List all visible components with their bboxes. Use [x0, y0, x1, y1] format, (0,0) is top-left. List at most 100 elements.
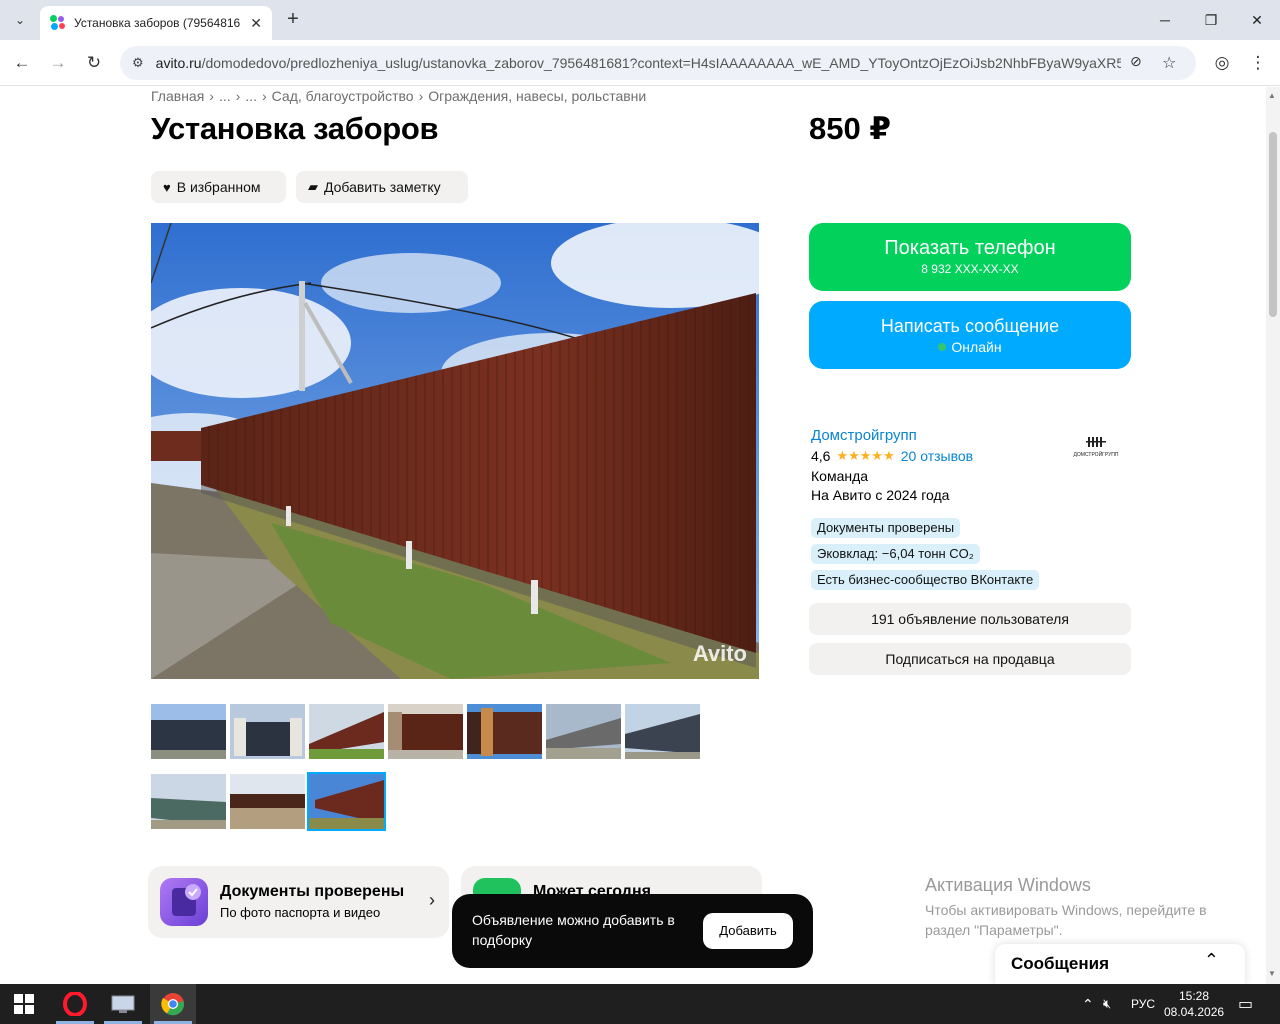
forward-arrow-icon[interactable]: → — [44, 49, 72, 77]
breadcrumb-separator: › — [209, 88, 214, 104]
tray-chevron-up-icon[interactable]: ⌃ — [1082, 984, 1094, 1024]
breadcrumb-ellipsis[interactable]: ... — [245, 88, 257, 104]
messages-panel[interactable]: Сообщения ⌃ — [995, 944, 1245, 984]
breadcrumb-ellipsis[interactable]: ... — [219, 88, 231, 104]
reviews-link[interactable]: 20 отзывов — [901, 448, 973, 464]
breadcrumb-garden[interactable]: Сад, благоустройство — [272, 88, 414, 104]
rating-value: 4,6 — [811, 448, 831, 464]
listing-price: 850 ₽ — [809, 111, 891, 146]
seller-since: На Авито с 2024 года — [811, 487, 950, 503]
documents-card-subtitle: По фото паспорта и видео — [220, 905, 381, 920]
show-phone-button[interactable]: Показать телефон 8 932 XXX-XX-XX — [809, 223, 1131, 291]
breadcrumb-separator: › — [418, 88, 424, 104]
breadcrumb-home[interactable]: Главная — [151, 88, 204, 104]
badge-documents-verified[interactable]: Документы проверены — [811, 518, 961, 538]
tab-close-icon[interactable]: ✕ — [250, 15, 262, 32]
new-tab-plus-icon[interactable]: + — [282, 8, 304, 30]
address-bar[interactable]: ⚙ avito.ru/domodedovo/predlozheniya_uslu… — [120, 46, 1196, 80]
bookmark-star-icon[interactable]: ☆ — [1162, 53, 1176, 73]
tab-title: Установка заборов (79564816 — [74, 16, 241, 30]
site-info-icon[interactable]: ⚙ — [132, 55, 144, 71]
scroll-down-arrow-icon[interactable]: ▼ — [1268, 969, 1276, 978]
online-label: Онлайн — [951, 339, 1002, 355]
speaker-muted-icon[interactable]: 🔇︎ — [1103, 984, 1111, 1024]
profile-icon[interactable]: ◎ — [1208, 49, 1236, 77]
thumbnail-6[interactable] — [546, 704, 621, 759]
favorite-button[interactable]: ♥ В избранном — [151, 171, 286, 203]
browser-tab-active[interactable]: Установка заборов (79564816 ✕ — [40, 6, 272, 40]
documents-card-title: Документы проверены — [220, 883, 405, 900]
taskbar-clock[interactable]: 15:28 08.04.2026 — [1164, 988, 1224, 1020]
favorite-label: В избранном — [176, 179, 261, 195]
page-scrollbar[interactable]: ▲ ▼ — [1266, 87, 1280, 984]
window-restore-icon[interactable]: ❐ — [1188, 0, 1234, 40]
breadcrumb: Главная › ... › ... › Сад, благоустройст… — [151, 88, 651, 104]
user-listings-button[interactable]: 191 объявление пользователя — [809, 603, 1131, 635]
seller-logo-image: ДОМСТРОЙГРУПП — [1074, 436, 1119, 458]
thumbnail-10-selected[interactable] — [307, 772, 386, 831]
activation-text: Чтобы активировать Windows, перейдите в … — [925, 902, 1207, 938]
masked-phone: 8 932 XXX-XX-XX — [921, 262, 1019, 276]
windows-activation-watermark: Активация Windows Чтобы активировать Win… — [925, 875, 1245, 940]
seller-logo[interactable]: ДОМСТРОЙГРУПП — [1062, 424, 1130, 469]
shield-check-icon — [160, 878, 208, 926]
thumbnail-4[interactable] — [388, 704, 463, 759]
keyboard-language[interactable]: РУС — [1131, 984, 1155, 1024]
page-title: Установка заборов — [151, 111, 439, 146]
notifications-icon[interactable]: ▭ — [1238, 984, 1253, 1024]
seller-name-link[interactable]: Домстройгрупп — [811, 427, 917, 444]
main-photo[interactable]: Avito — [151, 223, 759, 679]
write-message-button[interactable]: Написать сообщение Онлайн — [809, 301, 1131, 369]
tab-search-chevron-icon[interactable]: ⌄ — [8, 8, 32, 32]
chevron-up-icon[interactable]: ⌃ — [1204, 950, 1219, 971]
windows-start-icon[interactable] — [14, 994, 34, 1014]
online-status: Онлайн — [809, 339, 1131, 355]
online-dot-icon — [938, 343, 947, 351]
fence-photo — [151, 223, 759, 679]
thumbnail-7[interactable] — [625, 704, 700, 759]
page-content: Главная › ... › ... › Сад, благоустройст… — [0, 87, 1266, 984]
breadcrumb-separator: › — [261, 88, 267, 104]
add-note-label: Добавить заметку — [324, 179, 441, 195]
breadcrumb-fences[interactable]: Ограждения, навесы, рольставни — [428, 88, 646, 104]
thumbnail-9[interactable] — [230, 774, 305, 829]
subscribe-seller-button[interactable]: Подписаться на продавца — [809, 643, 1131, 675]
address-url[interactable]: avito.ru/domodedovo/predlozheniya_uslug/… — [156, 55, 1121, 71]
clock-date: 08.04.2026 — [1164, 1005, 1225, 1019]
scroll-up-arrow-icon[interactable]: ▲ — [1268, 91, 1276, 100]
badge-eco-contribution[interactable]: Эковклад: −6,04 тонн CO₂ — [811, 544, 980, 564]
thumbnail-1[interactable] — [151, 704, 226, 759]
toast-text: Объявление можно добавить в подборку — [472, 912, 675, 948]
tracking-protection-icon[interactable]: ⊘ — [1130, 53, 1142, 70]
opera-app-icon[interactable] — [52, 984, 98, 1024]
seller-rating: 4,6 ★★★★★ 20 отзывов — [811, 448, 973, 464]
scroll-thumb[interactable] — [1269, 132, 1277, 317]
windows-taskbar: ⌃ 🔇︎ РУС 15:28 08.04.2026 ▭ — [0, 984, 1280, 1024]
add-to-collection-toast: Объявление можно добавить в подборку Доб… — [452, 894, 813, 968]
heart-icon: ♥ — [163, 179, 171, 195]
write-message-label: Написать сообщение — [880, 316, 1060, 336]
svg-text:ДОМСТРОЙГРУПП: ДОМСТРОЙГРУПП — [1074, 450, 1119, 458]
avito-favicon-icon — [50, 15, 66, 31]
url-host: avito.ru — [155, 55, 202, 71]
thumbnail-2[interactable] — [230, 704, 305, 759]
add-note-button[interactable]: ▰ Добавить заметку — [296, 171, 468, 203]
window-close-icon[interactable]: ✕ — [1234, 0, 1280, 40]
badge-vk-community[interactable]: Есть бизнес-сообщество ВКонтакте — [811, 570, 1040, 590]
documents-verified-card[interactable]: Документы проверены По фото паспорта и в… — [148, 866, 449, 938]
thumbnail-5[interactable] — [467, 704, 542, 759]
browser-menu-icon[interactable]: ⋮ — [1244, 49, 1272, 77]
back-arrow-icon[interactable]: ← — [8, 49, 36, 77]
browser-tabstrip: ⌄ Установка заборов (79564816 ✕ + ─ ❐ ✕ — [0, 0, 1280, 40]
clock-time: 15:28 — [1178, 989, 1210, 1003]
toast-add-button[interactable]: Добавить — [703, 913, 793, 949]
chrome-app-icon[interactable] — [150, 984, 196, 1024]
desktop-app-icon[interactable] — [100, 984, 146, 1024]
activation-title: Активация Windows — [925, 875, 1091, 895]
thumbnail-3[interactable] — [309, 704, 384, 759]
reload-icon[interactable]: ↻ — [80, 49, 108, 77]
breadcrumb-separator: › — [235, 88, 241, 104]
window-minimize-icon[interactable]: ─ — [1142, 0, 1188, 40]
show-phone-label: Показать телефон — [884, 237, 1056, 259]
thumbnail-8[interactable] — [151, 774, 226, 829]
